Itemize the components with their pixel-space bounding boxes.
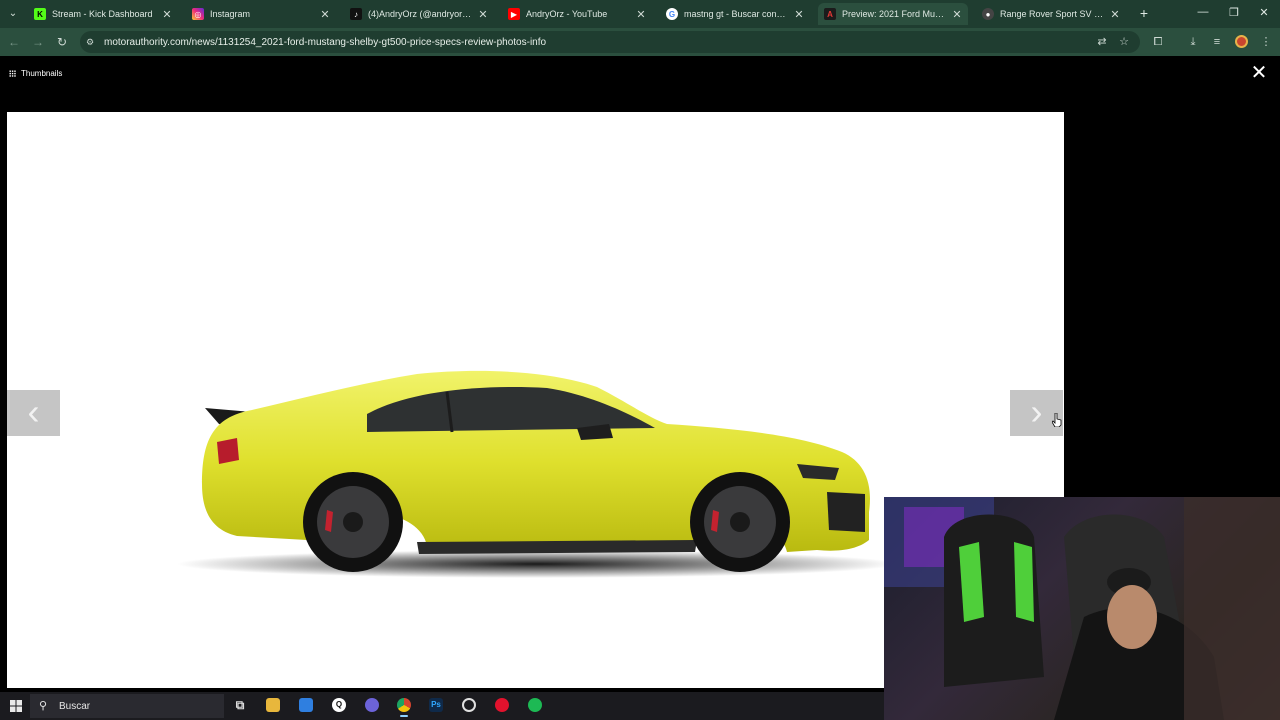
menu-kebab-icon[interactable]: ⋮ (1259, 35, 1273, 49)
motorauthority-icon: A (824, 8, 836, 20)
previous-photo-button[interactable]: ‹ (7, 390, 60, 436)
close-tab-icon[interactable]: ✕ (952, 8, 962, 21)
translate-icon[interactable]: ⇄ (1095, 35, 1109, 49)
url-text[interactable]: motorauthority.com/news/1131254_2021-for… (104, 37, 546, 48)
tab-title: (4)AndryOrz (@andryorz7) | TikTok (368, 9, 472, 19)
tab-title: Range Rover Sport SV | El SUV (1000, 9, 1104, 19)
back-button[interactable]: ← (6, 34, 22, 50)
store-icon[interactable] (299, 698, 313, 712)
bookmark-star-icon[interactable]: ☆ (1117, 35, 1131, 49)
tab-range-rover[interactable]: ● Range Rover Sport SV | El SUV ✕ (976, 3, 1126, 25)
download-icon[interactable]: ⤓ (1186, 35, 1200, 49)
close-tab-icon[interactable]: ✕ (1110, 8, 1120, 21)
youtube-icon: ▶ (508, 8, 520, 20)
task-view-icon[interactable]: ⧉ (233, 698, 247, 712)
kick-icon: K (34, 8, 46, 20)
tab-motorauthority[interactable]: A Preview: 2021 Ford Mustang Shelby GT50… (818, 3, 968, 25)
opera-icon[interactable] (495, 698, 509, 712)
reading-list-icon[interactable]: ≡ (1210, 35, 1224, 49)
screen: ⌄ K Stream - Kick Dashboard ✕ ◎ Instagra… (0, 0, 1280, 720)
grid-icon (9, 70, 16, 77)
photoshop-icon[interactable]: Ps (429, 698, 443, 712)
windows-start-icon[interactable] (10, 700, 22, 712)
tab-title: AndryOrz - YouTube (526, 9, 608, 19)
close-tab-icon[interactable]: ✕ (636, 8, 646, 21)
thumbnails-label: Thumbnails (21, 69, 63, 78)
site-info-icon[interactable]: ⚙ (86, 37, 96, 47)
close-tab-icon[interactable]: ✕ (478, 8, 488, 21)
close-tab-icon[interactable]: ✕ (320, 8, 330, 21)
range-rover-icon: ● (982, 8, 994, 20)
tab-title: Preview: 2021 Ford Mustang Shelby GT500 (842, 9, 946, 19)
new-tab-button[interactable]: + (1136, 5, 1152, 21)
tiktok-icon: ♪ (350, 8, 362, 20)
forward-button[interactable]: → (30, 34, 46, 50)
gallery-close-icon[interactable]: ✕ (1250, 63, 1268, 83)
tab-google[interactable]: G mastng gt - Buscar con Google ✕ (660, 3, 810, 25)
tab-tiktok[interactable]: ♪ (4)AndryOrz (@andryorz7) | TikTok ✕ (344, 3, 494, 25)
window-close-icon[interactable]: ✕ (1256, 6, 1272, 19)
hand-cursor-icon (1052, 413, 1062, 427)
tab-youtube[interactable]: ▶ AndryOrz - YouTube ✕ (502, 3, 652, 25)
thumbnails-toggle[interactable]: Thumbnails (9, 69, 62, 78)
close-tab-icon[interactable]: ✕ (162, 8, 172, 21)
tab-instagram[interactable]: ◎ Instagram ✕ (186, 3, 336, 25)
taskbar-search-placeholder: Buscar (59, 701, 91, 712)
discord-icon[interactable] (365, 698, 379, 712)
file-explorer-icon[interactable] (266, 698, 280, 712)
windows-taskbar: ⚲ Buscar ⧉ Q Ps (0, 692, 884, 720)
app-speed-icon[interactable] (462, 698, 476, 712)
tab-strip: ⌄ K Stream - Kick Dashboard ✕ ◎ Instagra… (0, 0, 1280, 28)
webcam-feed (884, 497, 1280, 720)
spotify-icon[interactable] (528, 698, 542, 712)
tab-search-icon[interactable]: ⌄ (4, 4, 22, 22)
reload-button[interactable]: ↻ (54, 34, 70, 50)
app-q-icon[interactable]: Q (332, 698, 346, 712)
close-tab-icon[interactable]: ✕ (794, 8, 804, 21)
webcam-overlay (884, 497, 1280, 720)
search-icon: ⚲ (39, 700, 48, 712)
instagram-icon: ◎ (192, 8, 204, 20)
google-icon: G (666, 8, 678, 20)
chevron-left-icon: ‹ (27, 391, 40, 432)
chevron-right-icon: › (1030, 391, 1043, 432)
minimize-icon[interactable]: — (1195, 6, 1211, 18)
tab-title: Instagram (210, 9, 251, 19)
extensions-icon[interactable]: ⧠ (1151, 35, 1165, 49)
profile-avatar[interactable] (1235, 35, 1248, 48)
taskbar-search[interactable]: ⚲ Buscar (30, 694, 224, 718)
tab-kick[interactable]: K Stream - Kick Dashboard ✕ (28, 3, 178, 25)
tab-title: mastng gt - Buscar con Google (684, 9, 788, 19)
restore-icon[interactable]: ❐ (1226, 6, 1242, 19)
tab-title: Stream - Kick Dashboard (52, 9, 153, 19)
chrome-icon[interactable] (397, 698, 411, 717)
